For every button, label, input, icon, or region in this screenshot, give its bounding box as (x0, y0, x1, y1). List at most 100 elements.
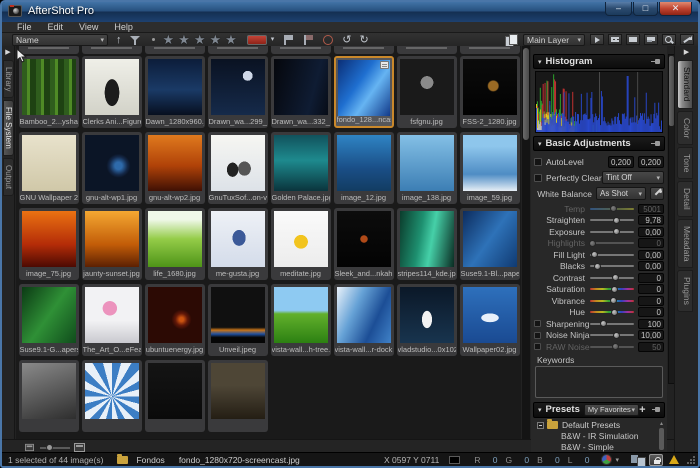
hue-slider-handle[interactable] (611, 309, 618, 316)
straighten-value[interactable]: 9,78 (638, 215, 664, 225)
autolevel-low-value[interactable]: 0,200 (608, 156, 634, 168)
title-bar[interactable]: AfterShot Pro – □ ✕ (2, 2, 698, 22)
thumbnail-stripes114-kde-jpg[interactable]: stripes114_kde.jpg (397, 208, 457, 280)
tab-library[interactable]: Library (3, 60, 14, 98)
blacks-value[interactable]: 0,00 (638, 261, 664, 271)
thumbnail-jaunty-sunset-jpg[interactable]: jaunty-sunset.jpg (82, 208, 142, 280)
highlights-slider-track[interactable] (590, 242, 634, 244)
star-icon[interactable]: ★ (209, 34, 221, 46)
sharpening-checkbox[interactable] (534, 320, 541, 327)
thumbnail-drawn-wa-299-jpg[interactable]: Drawn_wa...299_.jpg (208, 56, 268, 128)
star-icon[interactable]: ★ (194, 34, 206, 46)
thumbnail-image-12-jpg[interactable]: image_12.jpg (334, 132, 394, 204)
thumbnail-the-art-o-efear-jpg[interactable]: The_Art_O...eFear.jpg (82, 284, 142, 356)
thumbnail-unveil-jpeg[interactable]: Unveil.jpeg (208, 284, 268, 356)
menu-view[interactable]: View (72, 22, 105, 32)
thumbnail-golden-palace-jpg[interactable]: Golden Palace.jpg (271, 132, 331, 204)
thumbnail-clerks-ani-figure-jpg[interactable]: Clerks Ani...Figure.jpg (82, 56, 142, 128)
collapse-icon[interactable]: ▾ (538, 406, 542, 414)
thumbnail-gnu-alt-wp2-jpg[interactable]: gnu-alt-wp2.jpg (145, 132, 205, 204)
magnifier-icon[interactable] (662, 34, 676, 45)
thumbnail-drawn-wa-332-jpg[interactable]: Drawn_wa...332_.jpg (271, 56, 331, 128)
collapse-folder-icon[interactable] (537, 422, 544, 429)
resize-grip[interactable] (687, 456, 695, 464)
perfectly-clear-checkbox[interactable] (534, 174, 542, 182)
exposure-value[interactable]: 0,00 (638, 227, 664, 237)
warning-icon[interactable] (669, 455, 679, 464)
presets-favorites-dropdown[interactable]: My Favorites ▾ (584, 404, 639, 416)
pin-icon[interactable] (651, 58, 660, 65)
temp-slider-handle[interactable] (610, 205, 617, 212)
thumbnail-vista-wall-r-dock-jpg[interactable]: vista-wall...r-dock.jpg (334, 284, 394, 356)
sort-field-dropdown[interactable]: Name ▾ (12, 34, 108, 46)
thumbnail-meditate-jpg[interactable]: meditate.jpg (271, 208, 331, 280)
large-thumbnail-icon[interactable] (74, 443, 85, 452)
filter-icon[interactable] (130, 35, 140, 45)
thumbnail-clipped[interactable] (271, 46, 331, 54)
preset-b-w-simple[interactable]: B&W - Simple (531, 442, 667, 453)
fill-light-slider-track[interactable] (590, 254, 634, 256)
collapse-left-panel-icon[interactable]: ▶ (2, 48, 14, 56)
tab-color[interactable]: Color (677, 111, 693, 145)
thumbnail-clipped[interactable] (145, 360, 205, 432)
thumbnail-size-handle[interactable] (46, 444, 53, 451)
straighten-slider-handle[interactable] (613, 217, 620, 224)
presets-scrollbar-thumb[interactable] (659, 428, 664, 450)
thumbnail-clipped[interactable] (19, 46, 79, 54)
collapse-icon[interactable]: ▾ (538, 140, 542, 148)
collapse-icon[interactable]: ▾ (538, 58, 542, 66)
white-balance-dropdown[interactable]: As Shot ▾ (596, 187, 646, 200)
saturation-slider-track[interactable] (590, 288, 634, 290)
close-button[interactable]: ✕ (659, 2, 692, 16)
thumbnail-fondo-128-ncast-jpg[interactable]: fondo_128...ncast.jpg (334, 56, 394, 128)
thumbnail-suse9-1-bl-papers-jpg[interactable]: Suse9.1-Bl...papers.jpg (460, 208, 520, 280)
thumbnail-clipped[interactable] (82, 46, 142, 54)
star-rating-filter[interactable]: ★★★★★ (163, 34, 237, 46)
star-icon[interactable]: ★ (163, 34, 175, 46)
tab-metadata[interactable]: Metadata (677, 219, 693, 268)
fill-light-value[interactable]: 0,00 (638, 250, 664, 260)
no-rating-dot-icon[interactable] (152, 38, 155, 41)
preset-b-w-ir-simulation[interactable]: B&W - IR Simulation (531, 431, 667, 442)
hue-value[interactable]: 0 (638, 307, 664, 317)
thumbnail-gnutuxsof-on-v1-jpg[interactable]: GnuTuxSof...on-v1.jpg (208, 132, 268, 204)
minimize-button[interactable]: – (605, 2, 632, 16)
presets-scrollbar[interactable]: ▴ (658, 420, 665, 453)
sharpening-slider-handle[interactable] (600, 320, 607, 327)
white-balance-eyedropper-button[interactable] (650, 187, 664, 200)
tab-tone[interactable]: Tone (677, 147, 693, 179)
exposure-slider-track[interactable] (590, 231, 634, 233)
thumbnail-gnu-wallpaper-2-jpg[interactable]: GNU Wallpaper 2.jpg (19, 132, 79, 204)
thumbnail-image-138-jpg[interactable]: image_138.jpg (397, 132, 457, 204)
noise-ninja-slider-track[interactable] (590, 334, 634, 336)
grid-scrollbar[interactable] (522, 46, 530, 439)
flag-clear-icon[interactable] (303, 35, 314, 45)
sharpening-value[interactable]: 100 (638, 319, 664, 329)
saturation-slider-handle[interactable] (611, 286, 618, 293)
autolevel-checkbox[interactable] (534, 158, 542, 166)
menu-help[interactable]: Help (107, 22, 140, 32)
flag-reject-icon[interactable] (323, 35, 334, 45)
tab-plugins[interactable]: Plugins (677, 270, 693, 312)
add-preset-button[interactable]: + (639, 404, 645, 416)
thumbnail-wallpaper02-jpg[interactable]: Wallpaper02.jpg (460, 284, 520, 356)
noise-ninja-slider-handle[interactable] (613, 332, 620, 339)
thumbnail-vladstudio-0x1024-jpg[interactable]: vladstudio...0x1024.jpg (397, 284, 457, 356)
scroll-up-icon[interactable]: ▴ (658, 420, 665, 427)
autolevel-high-value[interactable]: 0,200 (638, 156, 664, 168)
color-management-icon[interactable] (601, 454, 612, 465)
pin-icon[interactable] (652, 406, 661, 413)
tab-file-system[interactable]: File System (3, 100, 14, 156)
single-image-view-icon[interactable] (626, 34, 640, 45)
sort-ascending-icon[interactable]: ↑ (116, 34, 122, 46)
temp-slider-track[interactable] (590, 208, 634, 210)
thumbnail-dawn-1280x960-jpg[interactable]: Dawn_1280x960.jpg (145, 56, 205, 128)
blacks-slider-track[interactable] (590, 265, 634, 267)
preset-folder-row[interactable]: Default Presets (531, 420, 667, 431)
copy-settings-icon[interactable] (505, 34, 517, 46)
layer-selector-dropdown[interactable]: Main Layer ▾ (523, 34, 585, 46)
saturation-value[interactable]: 0 (638, 284, 664, 294)
thumbnail-sleek-and-nkahn-jpg[interactable]: Sleek_and...nkahn.jpg (334, 208, 394, 280)
thumbnail-clipped[interactable] (460, 46, 520, 54)
lock-icon[interactable] (649, 454, 663, 466)
